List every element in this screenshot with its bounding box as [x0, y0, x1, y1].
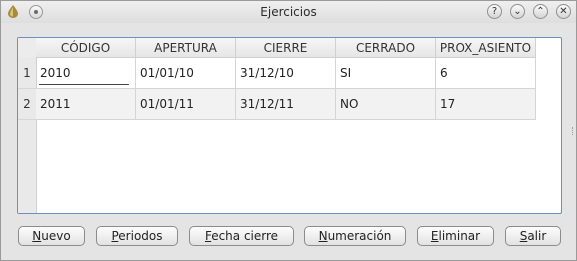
help-button[interactable]: ?	[487, 4, 502, 19]
column-header-codigo[interactable]: CÓDIGO	[36, 38, 136, 58]
maximize-button[interactable]: ⌃	[533, 4, 548, 19]
column-header-cierre[interactable]: CIERRE	[236, 38, 336, 58]
button-label: alir	[527, 229, 547, 243]
resize-grip[interactable]	[572, 127, 575, 135]
close-button[interactable]: ✕	[556, 4, 571, 19]
row-header-1[interactable]: 1	[18, 58, 36, 89]
cell-cierre[interactable]: 31/12/10	[236, 58, 336, 89]
cell-prox-asiento[interactable]: 17	[436, 89, 536, 120]
edit-underline	[39, 84, 129, 85]
mnemonic: N	[32, 229, 42, 243]
numeracion-button[interactable]: Numeración	[304, 226, 406, 246]
fecha-cierre-button[interactable]: Fecha cierre	[189, 226, 294, 246]
cell-cerrado[interactable]: NO	[336, 89, 436, 120]
button-label: eriodos	[118, 229, 163, 243]
button-label: uevo	[41, 229, 71, 243]
column-header-apertura[interactable]: APERTURA	[136, 38, 236, 58]
column-header-prox-asiento[interactable]: PROX_ASIENTO	[436, 38, 536, 58]
table-corner-button[interactable]	[18, 38, 37, 59]
periodos-button[interactable]: Periodos	[96, 226, 178, 246]
minimize-button[interactable]: ⌄	[510, 4, 525, 19]
cell-cierre[interactable]: 31/12/11	[236, 89, 336, 120]
cell-value: 2010	[40, 66, 71, 80]
button-label: echa cierre	[211, 229, 279, 243]
cell-cerrado[interactable]: SI	[336, 58, 436, 89]
button-label: liminar	[438, 229, 481, 243]
ejercicios-window: Ejercicios ? ⌄ ⌃ ✕ CÓDIGO APERTURA CIERR…	[0, 0, 577, 261]
nuevo-button[interactable]: Nuevo	[18, 226, 85, 246]
mnemonic: N	[318, 229, 328, 243]
ejercicios-table[interactable]: CÓDIGO APERTURA CIERRE CERRADO PROX_ASIE…	[17, 37, 562, 214]
cell-codigo[interactable]: 2011	[36, 89, 136, 120]
salir-button[interactable]: Salir	[505, 226, 561, 246]
mnemonic: E	[430, 229, 439, 243]
cell-apertura[interactable]: 01/01/11	[136, 89, 236, 120]
button-label: umeración	[327, 229, 392, 243]
column-header-cerrado[interactable]: CERRADO	[336, 38, 436, 58]
cell-prox-asiento[interactable]: 6	[436, 58, 536, 89]
row-header-2[interactable]: 2	[18, 89, 36, 120]
title-bar[interactable]: Ejercicios ? ⌄ ⌃ ✕	[1, 1, 576, 23]
cell-apertura[interactable]: 01/01/10	[136, 58, 236, 89]
cell-codigo[interactable]: 2010	[36, 58, 136, 89]
eliminar-button[interactable]: Eliminar	[417, 226, 494, 246]
